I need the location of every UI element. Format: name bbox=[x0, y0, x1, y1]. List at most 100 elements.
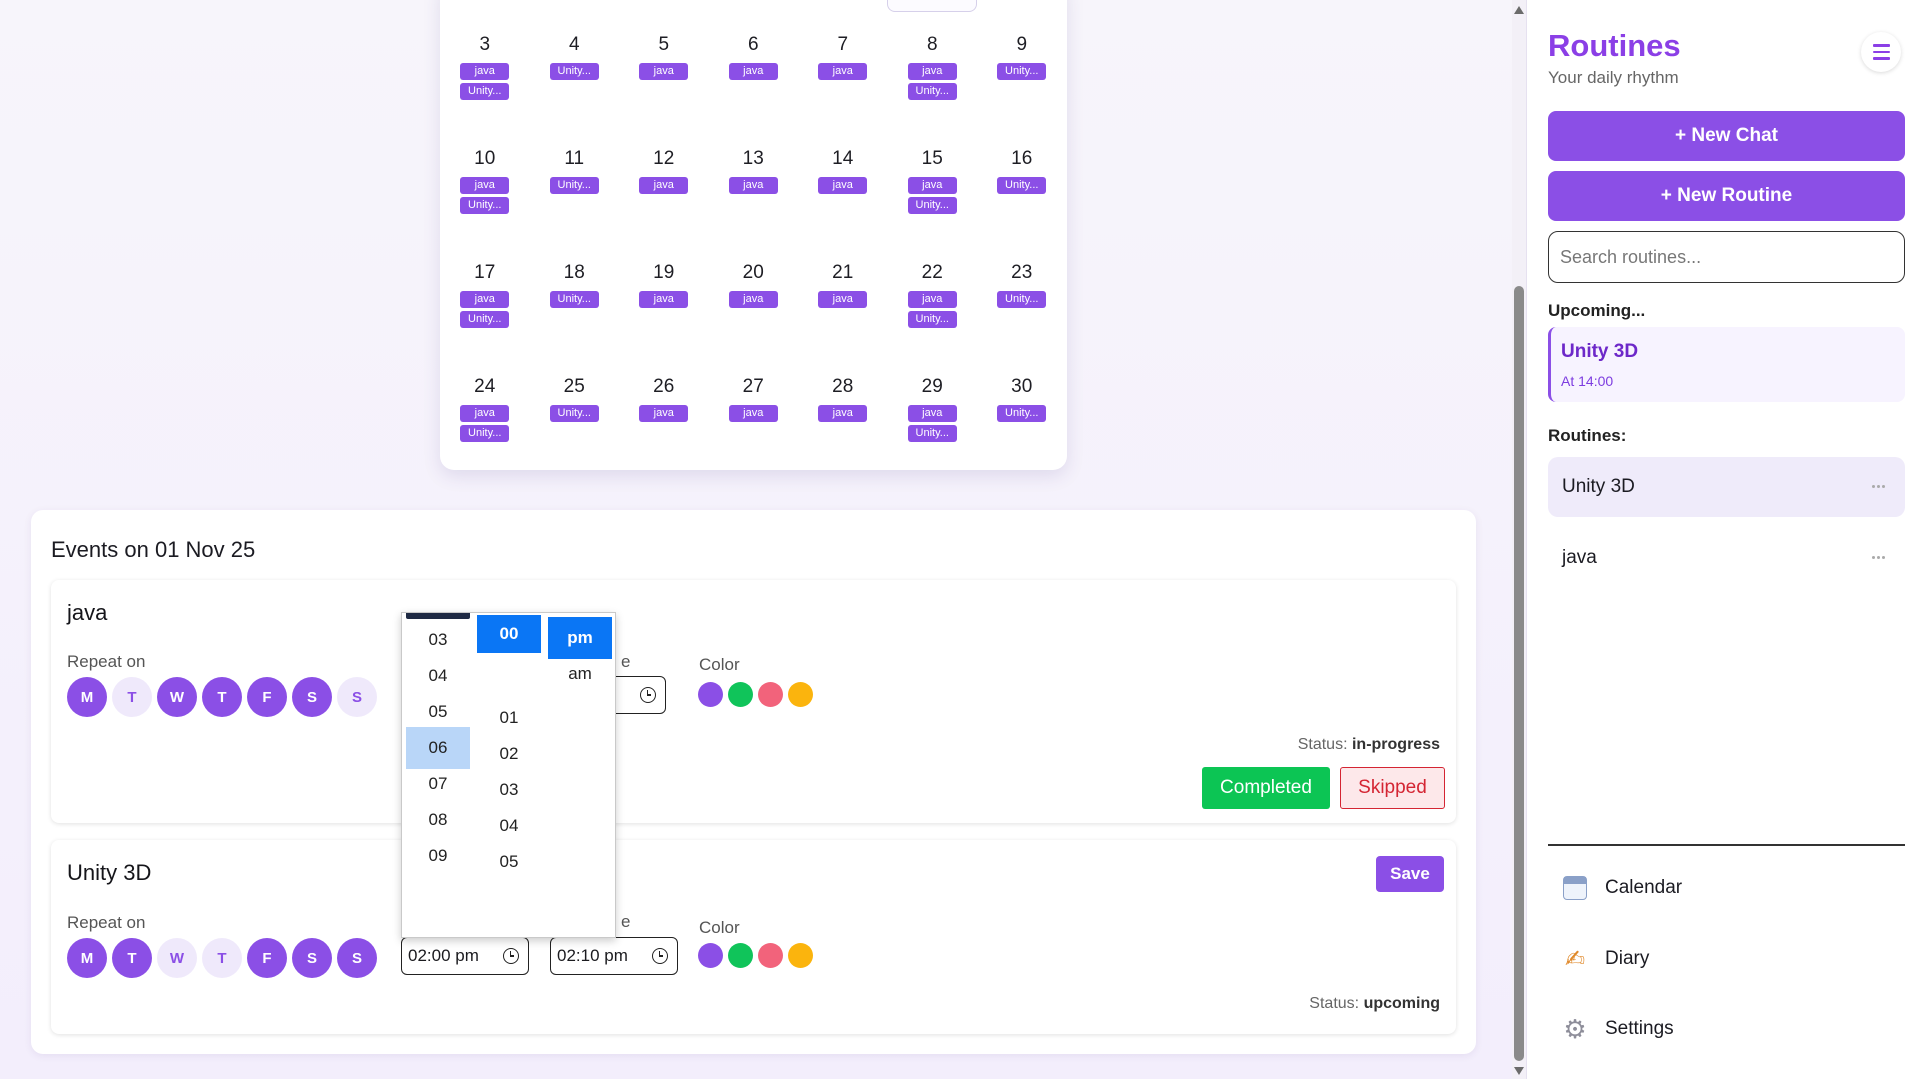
calendar-day-cell[interactable]: 14 java bbox=[798, 148, 888, 262]
new-chat-button[interactable]: + New Chat bbox=[1548, 111, 1905, 161]
completed-button[interactable]: Completed bbox=[1202, 767, 1330, 809]
start-time-input[interactable]: 02:00 pm bbox=[401, 937, 529, 975]
repeat-day-toggle[interactable]: S bbox=[337, 938, 377, 978]
color-swatch[interactable] bbox=[728, 943, 753, 968]
calendar-day-cell[interactable]: 4 Unity... bbox=[530, 34, 620, 148]
calendar-event-chip[interactable]: java bbox=[818, 405, 868, 422]
upcoming-routine-card[interactable]: Unity 3D At 14:00 bbox=[1548, 327, 1905, 402]
calendar-day-cell[interactable]: 23 Unity... bbox=[977, 262, 1067, 376]
calendar-day-cell[interactable]: 25 Unity... bbox=[530, 376, 620, 490]
end-time-input[interactable]: 02:10 pm bbox=[550, 937, 678, 975]
calendar-day-cell[interactable]: 24 java Unity... bbox=[440, 376, 530, 490]
repeat-day-toggle[interactable]: W bbox=[157, 677, 197, 717]
calendar-event-chip[interactable]: java bbox=[818, 63, 868, 80]
search-input[interactable]: Search routines... bbox=[1548, 231, 1905, 283]
calendar-day-cell[interactable]: 8 java Unity... bbox=[888, 34, 978, 148]
repeat-day-toggle[interactable]: F bbox=[247, 677, 287, 717]
repeat-day-toggle[interactable]: S bbox=[337, 677, 377, 717]
calendar-day-cell[interactable]: 30 Unity... bbox=[977, 376, 1067, 490]
clock-icon[interactable] bbox=[640, 687, 656, 703]
new-routine-button[interactable]: + New Routine bbox=[1548, 171, 1905, 221]
scroll-thumb[interactable] bbox=[1514, 286, 1524, 1061]
calendar-day-cell[interactable]: 18 Unity... bbox=[530, 262, 620, 376]
calendar-day-cell[interactable]: 5 java bbox=[619, 34, 709, 148]
color-swatch[interactable] bbox=[698, 682, 723, 707]
calendar-event-chip[interactable]: Unity... bbox=[997, 177, 1047, 194]
calendar-event-chip[interactable]: java bbox=[907, 177, 957, 194]
repeat-day-toggle[interactable]: M bbox=[67, 938, 107, 978]
picker-option[interactable]: 05 bbox=[477, 841, 541, 883]
picker-option[interactable]: 00 bbox=[477, 615, 541, 653]
calendar-event-chip[interactable]: Unity... bbox=[549, 63, 599, 80]
calendar-day-cell[interactable]: 6 java bbox=[709, 34, 799, 148]
repeat-day-toggle[interactable]: T bbox=[202, 938, 242, 978]
color-swatch[interactable] bbox=[698, 943, 723, 968]
repeat-day-toggle[interactable]: W bbox=[157, 938, 197, 978]
calendar-event-chip[interactable]: java bbox=[728, 405, 778, 422]
calendar-event-chip[interactable]: java bbox=[907, 63, 957, 80]
calendar-day-cell[interactable]: 19 java bbox=[619, 262, 709, 376]
more-options-icon[interactable] bbox=[1872, 485, 1885, 488]
repeat-day-toggle[interactable]: S bbox=[292, 938, 332, 978]
calendar-event-chip[interactable]: Unity... bbox=[997, 405, 1047, 422]
calendar-event-chip[interactable]: java bbox=[907, 291, 957, 308]
color-swatch[interactable] bbox=[788, 943, 813, 968]
calendar-event-chip[interactable]: java bbox=[639, 177, 689, 194]
calendar-day-cell[interactable]: 11 Unity... bbox=[530, 148, 620, 262]
color-swatch[interactable] bbox=[728, 682, 753, 707]
page-scrollbar[interactable] bbox=[1512, 0, 1526, 1079]
calendar-event-chip[interactable]: Unity... bbox=[549, 177, 599, 194]
scroll-down-arrow-icon[interactable] bbox=[1514, 1067, 1524, 1075]
calendar-event-chip[interactable]: Unity... bbox=[460, 311, 510, 328]
repeat-day-toggle[interactable]: T bbox=[112, 677, 152, 717]
repeat-day-toggle[interactable]: S bbox=[292, 677, 332, 717]
calendar-event-chip[interactable]: java bbox=[639, 63, 689, 80]
color-swatch[interactable] bbox=[758, 943, 783, 968]
time-picker-dropdown[interactable]: 03 04 05 06 07 08 09 00 01 02 03 04 05 pm am bbox=[401, 612, 616, 938]
calendar-day-cell[interactable]: 7 java bbox=[798, 34, 888, 148]
calendar-event-chip[interactable]: java bbox=[728, 63, 778, 80]
calendar-day-cell[interactable]: 9 Unity... bbox=[977, 34, 1067, 148]
calendar-event-chip[interactable]: java bbox=[907, 405, 957, 422]
more-options-icon[interactable] bbox=[1872, 556, 1885, 559]
calendar-day-cell[interactable]: 15 java Unity... bbox=[888, 148, 978, 262]
calendar-day-cell[interactable]: 20 java bbox=[709, 262, 799, 376]
calendar-event-chip[interactable]: java bbox=[460, 63, 510, 80]
calendar-day-cell[interactable]: 17 java Unity... bbox=[440, 262, 530, 376]
calendar-event-chip[interactable]: Unity... bbox=[907, 83, 957, 100]
nav-diary[interactable]: ✍ Diary bbox=[1561, 945, 1649, 973]
calendar-day-cell[interactable]: 12 java bbox=[619, 148, 709, 262]
calendar-day-cell[interactable]: 16 Unity... bbox=[977, 148, 1067, 262]
repeat-day-toggle[interactable]: T bbox=[112, 938, 152, 978]
calendar-event-chip[interactable]: java bbox=[460, 177, 510, 194]
calendar-event-chip[interactable]: Unity... bbox=[460, 425, 510, 442]
nav-settings[interactable]: ⚙ Settings bbox=[1561, 1014, 1673, 1044]
picker-option[interactable]: am bbox=[548, 653, 612, 695]
calendar-day-cell[interactable]: 27 java bbox=[709, 376, 799, 490]
hamburger-menu-icon[interactable] bbox=[1861, 32, 1901, 72]
calendar-event-chip[interactable]: Unity... bbox=[549, 291, 599, 308]
routine-item-java[interactable]: java bbox=[1548, 528, 1905, 588]
calendar-event-chip[interactable]: java bbox=[728, 291, 778, 308]
calendar-event-chip[interactable]: Unity... bbox=[997, 291, 1047, 308]
color-swatch[interactable] bbox=[758, 682, 783, 707]
save-button[interactable]: Save bbox=[1376, 856, 1444, 892]
calendar-day-cell[interactable]: 10 java Unity... bbox=[440, 148, 530, 262]
calendar-event-chip[interactable]: Unity... bbox=[907, 311, 957, 328]
routine-item-unity-3d[interactable]: Unity 3D bbox=[1548, 457, 1905, 517]
calendar-event-chip[interactable]: java bbox=[460, 291, 510, 308]
calendar-day-cell[interactable]: 28 java bbox=[798, 376, 888, 490]
calendar-event-chip[interactable]: Unity... bbox=[460, 83, 510, 100]
calendar-day-cell[interactable]: 29 java Unity... bbox=[888, 376, 978, 490]
nav-calendar[interactable]: Calendar bbox=[1561, 874, 1682, 902]
calendar-day-cell[interactable]: 26 java bbox=[619, 376, 709, 490]
repeat-day-toggle[interactable]: T bbox=[202, 677, 242, 717]
color-swatch[interactable] bbox=[788, 682, 813, 707]
calendar-event-chip[interactable]: java bbox=[728, 177, 778, 194]
repeat-day-toggle[interactable]: F bbox=[247, 938, 287, 978]
repeat-day-toggle[interactable]: M bbox=[67, 677, 107, 717]
calendar-event-chip[interactable]: java bbox=[639, 405, 689, 422]
clock-icon[interactable] bbox=[652, 948, 668, 964]
skipped-button[interactable]: Skipped bbox=[1340, 767, 1445, 809]
calendar-event-chip[interactable]: java bbox=[639, 291, 689, 308]
